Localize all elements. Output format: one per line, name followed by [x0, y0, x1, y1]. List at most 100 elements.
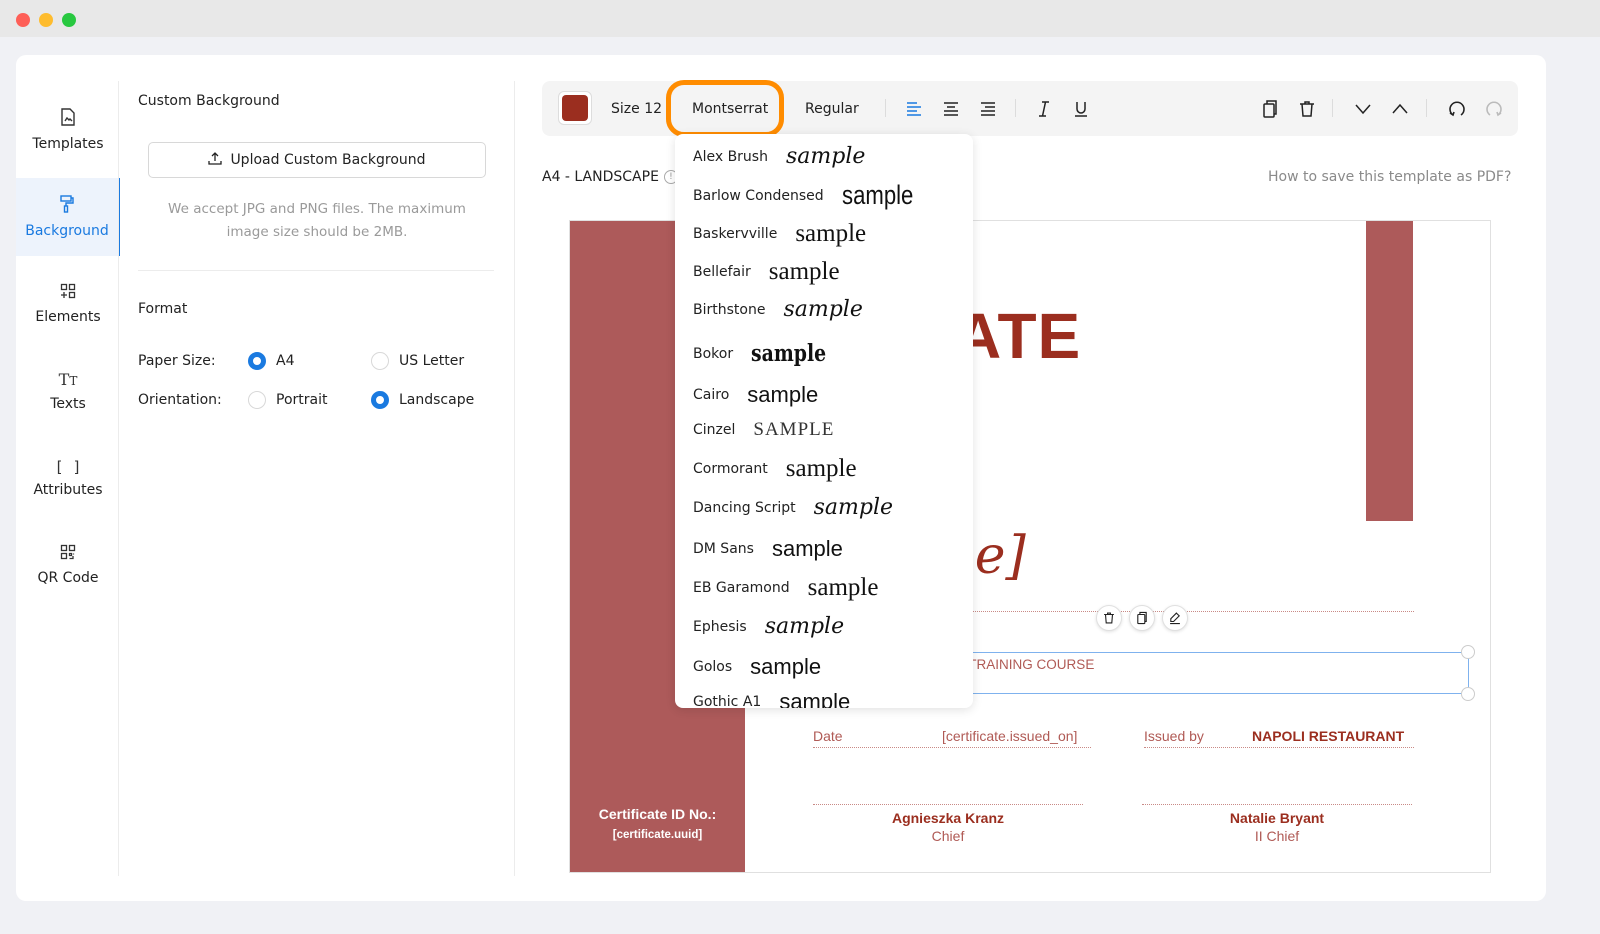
- format-text: A4 - LANDSCAPE: [542, 169, 659, 185]
- font-option[interactable]: Cairo sample: [693, 382, 818, 408]
- sidebar-item-label: Elements: [35, 309, 101, 325]
- signature-1-role[interactable]: Chief: [828, 828, 1068, 844]
- issued-by-value[interactable]: NAPOLI RESTAURANT: [1252, 728, 1404, 744]
- paper-size-label: Paper Size:: [138, 353, 216, 369]
- element-edit-button[interactable]: [1162, 605, 1188, 631]
- underline-icon[interactable]: [1069, 81, 1093, 136]
- font-option-sample: sample: [768, 258, 840, 285]
- issued-by-label[interactable]: Issued by: [1144, 728, 1204, 744]
- font-size-select[interactable]: Size 12: [611, 81, 662, 136]
- sidebar-item-label: Background: [25, 223, 109, 239]
- font-option[interactable]: Cormorant sample: [693, 455, 857, 483]
- font-select-highlight: [666, 80, 784, 137]
- font-option-sample: sample: [813, 495, 894, 520]
- signature-line-2: [1142, 804, 1412, 805]
- font-option-name: Birthstone: [693, 301, 766, 318]
- align-center-icon[interactable]: [939, 81, 963, 136]
- font-option-sample: sample: [751, 340, 827, 367]
- redo-icon[interactable]: [1482, 81, 1506, 136]
- close-window-button[interactable]: [16, 13, 30, 27]
- resize-handle-top-right[interactable]: [1461, 645, 1475, 659]
- signature-2-role[interactable]: II Chief: [1157, 828, 1397, 844]
- toolbar-separator: [1332, 99, 1333, 117]
- sidebar-item-templates[interactable]: Templates: [16, 91, 120, 169]
- font-family-dropdown[interactable]: Alex Brush sample Barlow Condensed sample Ba…: [675, 134, 973, 708]
- file-image-icon: [60, 108, 76, 130]
- font-option[interactable]: EB Garamond sample: [693, 574, 878, 602]
- maximize-window-button[interactable]: [62, 13, 76, 27]
- font-option-name: Cormorant: [693, 461, 768, 477]
- upload-icon: [208, 151, 223, 169]
- upload-custom-background-button[interactable]: Upload Custom Background: [148, 142, 486, 178]
- font-option[interactable]: Barlow Condensed sample: [693, 180, 929, 211]
- sidebar-item-background[interactable]: Background: [16, 178, 120, 256]
- align-right-icon[interactable]: [976, 81, 1000, 136]
- font-option-sample: sample: [807, 574, 879, 601]
- font-option[interactable]: Baskervville sample: [693, 220, 866, 248]
- paper-size-us-letter-radio[interactable]: US Letter: [371, 352, 464, 370]
- toolbar-separator: [1015, 99, 1016, 117]
- signature-2-name[interactable]: Natalie Bryant: [1157, 810, 1397, 826]
- font-option-sample: sample: [779, 689, 851, 708]
- font-option-name: Golos: [693, 659, 733, 675]
- font-option[interactable]: Golos sample: [693, 654, 821, 680]
- toolbar-separator: [1426, 99, 1427, 117]
- signature-1-name[interactable]: Agnieszka Kranz: [828, 810, 1068, 826]
- element-duplicate-button[interactable]: [1129, 605, 1155, 631]
- font-option-name: DM Sans: [693, 541, 754, 557]
- custom-background-heading: Custom Background: [138, 93, 280, 109]
- font-option[interactable]: Cinzel SAMPLE: [693, 419, 834, 441]
- font-option-name: Barlow Condensed: [693, 187, 824, 204]
- sidebar-divider: [118, 81, 119, 876]
- undo-icon[interactable]: [1445, 81, 1469, 136]
- certificate-id-label[interactable]: Certificate ID No.:: [570, 806, 745, 822]
- font-option-sample: sample: [771, 536, 843, 561]
- right-accent-band[interactable]: [1366, 221, 1413, 521]
- align-left-icon[interactable]: [902, 81, 926, 136]
- save-as-pdf-help-link[interactable]: How to save this template as PDF?: [1268, 169, 1511, 185]
- section-divider: [138, 270, 494, 271]
- text-icon: TT: [58, 369, 78, 389]
- move-down-icon[interactable]: [1351, 81, 1375, 136]
- font-option-name: Gothic A1: [693, 694, 762, 708]
- orientation-label: Orientation:: [138, 392, 222, 408]
- issued-by-underline: [1144, 747, 1414, 748]
- font-option[interactable]: Bellefair sample: [693, 258, 840, 286]
- orientation-landscape-radio[interactable]: Landscape: [371, 391, 474, 409]
- delete-icon[interactable]: [1295, 81, 1319, 136]
- resize-handle-bottom-right[interactable]: [1461, 687, 1475, 701]
- certificate-id-value[interactable]: [certificate.uuid]: [570, 829, 745, 841]
- date-label[interactable]: Date: [813, 728, 843, 744]
- paper-size-a4-radio[interactable]: A4: [248, 352, 294, 370]
- font-option[interactable]: Alex Brush sample: [693, 144, 865, 169]
- minimize-window-button[interactable]: [39, 13, 53, 27]
- sidebar-item-label: Attributes: [33, 482, 103, 498]
- orientation-portrait-radio[interactable]: Portrait: [248, 391, 327, 409]
- font-option[interactable]: Dancing Script sample: [693, 495, 893, 520]
- font-option[interactable]: DM Sans sample: [693, 536, 843, 562]
- sidebar-item-attributes[interactable]: [ ] Attributes: [16, 439, 120, 517]
- radio-indicator: [371, 352, 389, 370]
- qr-code-icon: [60, 544, 76, 564]
- element-delete-button[interactable]: [1096, 605, 1122, 631]
- move-up-icon[interactable]: [1388, 81, 1412, 136]
- duplicate-icon[interactable]: [1258, 81, 1282, 136]
- format-heading: Format: [138, 301, 188, 317]
- brackets-icon: [ ]: [54, 458, 82, 476]
- font-option-name: Cinzel: [693, 422, 736, 438]
- font-option-sample: sample: [764, 614, 845, 639]
- sidebar-item-texts[interactable]: TT Texts: [16, 352, 120, 430]
- font-option[interactable]: Gothic A1 sample: [693, 689, 850, 708]
- font-option[interactable]: Birthstone sample: [693, 297, 863, 322]
- font-weight-select[interactable]: Regular: [805, 81, 859, 136]
- radio-label: Landscape: [399, 392, 475, 408]
- sidebar-item-elements[interactable]: Elements: [16, 265, 120, 343]
- font-option[interactable]: Ephesis sample: [693, 614, 844, 639]
- font-option-name: Bellefair: [693, 264, 751, 280]
- date-value[interactable]: [certificate.issued_on]: [942, 728, 1077, 744]
- font-option[interactable]: Bokor sample: [693, 340, 843, 367]
- paint-roller-icon: [59, 195, 75, 217]
- sidebar-item-qr-code[interactable]: QR Code: [16, 526, 120, 604]
- text-color-picker[interactable]: [558, 91, 592, 125]
- italic-icon[interactable]: [1032, 81, 1056, 136]
